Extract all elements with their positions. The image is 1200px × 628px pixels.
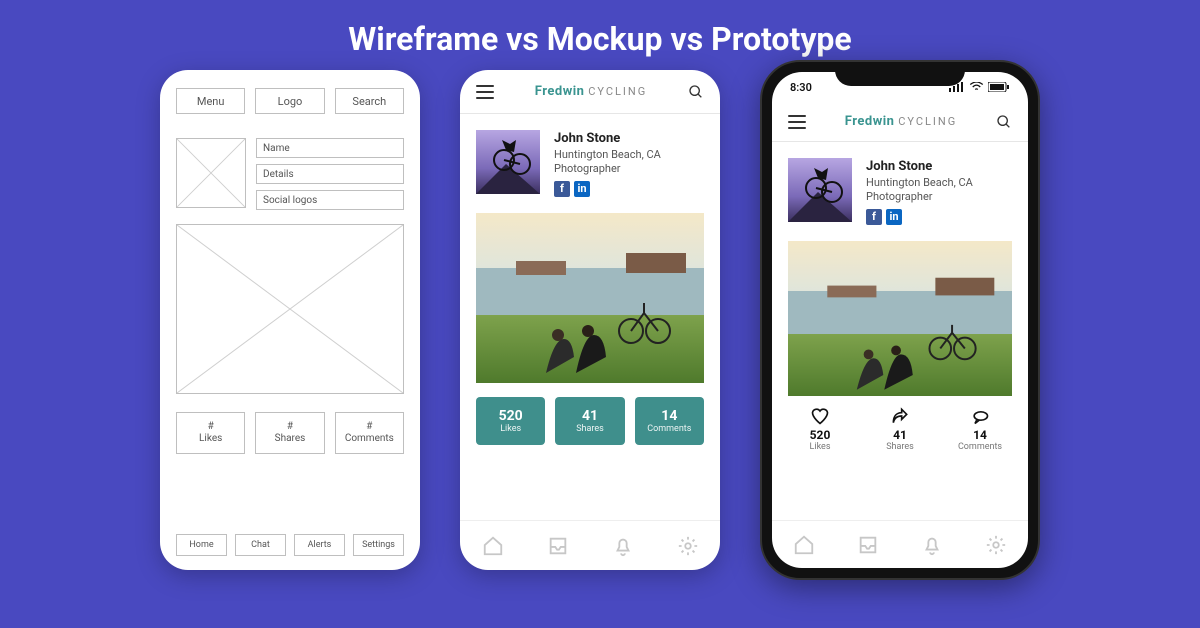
share-icon [889, 406, 911, 426]
profile-location: Huntington Beach, CA [866, 176, 973, 191]
brand-logo: Fredwin CYCLING [535, 84, 648, 99]
logo-placeholder: Logo [255, 88, 324, 114]
home-icon[interactable] [793, 534, 815, 556]
comments-stat[interactable]: 14Comments [635, 397, 704, 445]
main-image-placeholder [176, 224, 404, 394]
shares-stat[interactable]: #Shares [255, 412, 324, 454]
profile-role: Photographer [554, 162, 661, 177]
menu-button[interactable]: Menu [176, 88, 245, 114]
hamburger-icon[interactable] [476, 85, 494, 99]
linkedin-icon[interactable]: in [574, 181, 590, 197]
shares-stat[interactable]: 41Shares [555, 397, 624, 445]
profile-location: Huntington Beach, CA [554, 148, 661, 163]
search-button[interactable]: Search [335, 88, 404, 114]
hamburger-icon[interactable] [788, 115, 806, 129]
inbox-icon[interactable] [857, 534, 879, 556]
nav-alerts[interactable]: Alerts [294, 534, 345, 556]
post-photo[interactable] [788, 241, 1012, 396]
comments-stat[interactable]: #Comments [335, 412, 404, 454]
profile-name: John Stone [866, 158, 973, 176]
avatar-placeholder [176, 138, 246, 208]
facebook-icon[interactable]: f [554, 181, 570, 197]
wifi-icon [969, 82, 984, 92]
gear-icon[interactable] [677, 535, 699, 557]
nav-home[interactable]: Home [176, 534, 227, 556]
profile-role: Photographer [866, 190, 973, 205]
device-notch [835, 62, 965, 86]
facebook-icon[interactable]: f [866, 209, 882, 225]
home-icon[interactable] [482, 535, 504, 557]
shares-stat[interactable]: 41Shares [860, 406, 940, 452]
inbox-icon[interactable] [547, 535, 569, 557]
linkedin-icon[interactable]: in [886, 209, 902, 225]
mockup-phone: Fredwin CYCLING John Stone Huntington Be… [460, 70, 720, 570]
bell-icon[interactable] [921, 534, 943, 556]
comparison-row: Menu Logo Search Name Details Social log… [0, 70, 1200, 580]
search-icon[interactable] [996, 114, 1012, 130]
battery-icon [988, 82, 1010, 92]
nav-chat[interactable]: Chat [235, 534, 286, 556]
wireframe-topbar: Menu Logo Search [176, 88, 404, 114]
likes-stat[interactable]: 520Likes [476, 397, 545, 445]
nav-settings[interactable]: Settings [353, 534, 404, 556]
prototype-device: 8:30 Fredwin CYCLING [760, 60, 1040, 580]
profile-name: John Stone [554, 130, 661, 148]
comment-icon [969, 406, 991, 426]
avatar[interactable] [476, 130, 540, 194]
social-logos-field: Social logos [256, 190, 404, 210]
post-photo[interactable] [476, 213, 704, 383]
wireframe-phone: Menu Logo Search Name Details Social log… [160, 70, 420, 570]
page-title: Wireframe vs Mockup vs Prototype [0, 0, 1200, 70]
gear-icon[interactable] [985, 534, 1007, 556]
heart-icon [809, 406, 831, 426]
status-time: 8:30 [790, 81, 812, 94]
likes-stat[interactable]: #Likes [176, 412, 245, 454]
search-icon[interactable] [688, 84, 704, 100]
comments-stat[interactable]: 14Comments [940, 406, 1020, 452]
brand-logo: Fredwin CYCLING [845, 114, 958, 129]
bell-icon[interactable] [612, 535, 634, 557]
likes-stat[interactable]: 520Likes [780, 406, 860, 452]
avatar[interactable] [788, 158, 852, 222]
name-field: Name [256, 138, 404, 158]
details-field: Details [256, 164, 404, 184]
